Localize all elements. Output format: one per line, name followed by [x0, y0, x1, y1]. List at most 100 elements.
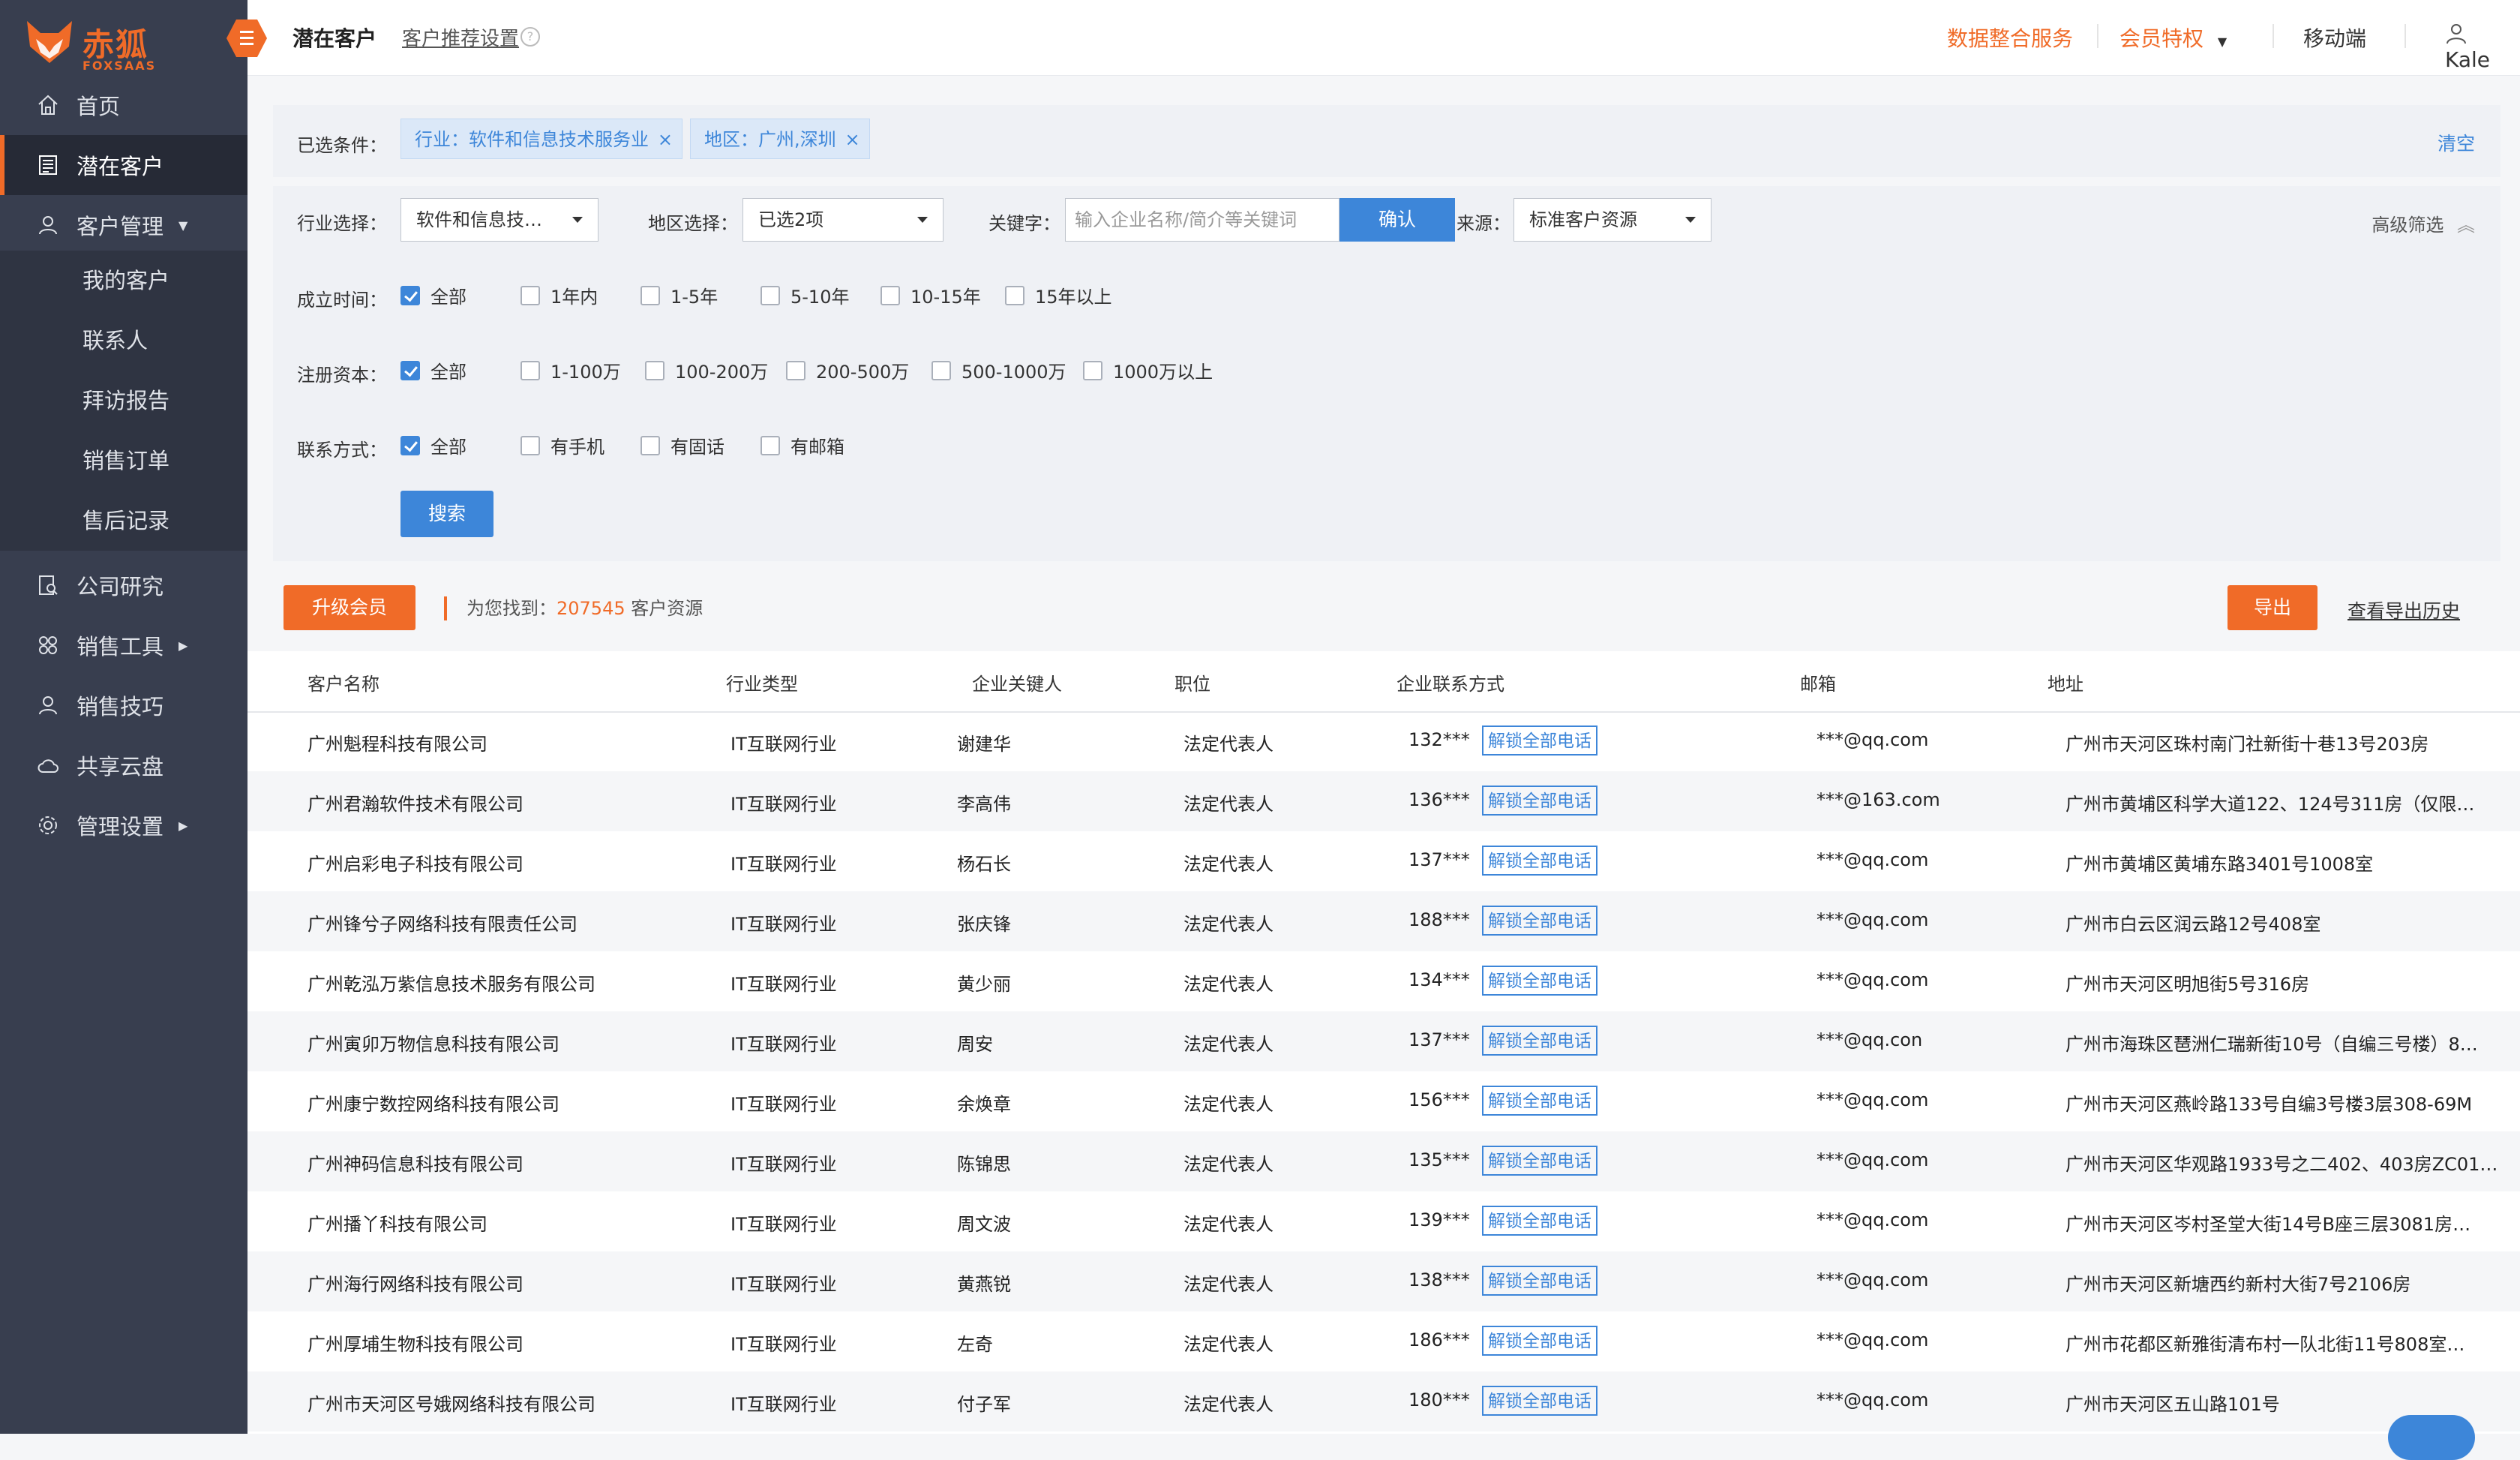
table-row[interactable]: 广州康宁数控网络科技有限公司 IT互联网行业 余焕章 法定代表人 156*** ***@q…	[248, 1071, 2520, 1131]
cell-phone: 139***	[1408, 1209, 1470, 1230]
industry-select[interactable]: 软件和信息技…	[400, 198, 598, 242]
checkbox-icon	[520, 360, 540, 380]
table-row[interactable]: 广州厚埔生物科技有限公司 IT互联网行业 左奇 法定代表人 186*** ***@qq.c…	[248, 1311, 2520, 1371]
contact-option-mobile[interactable]: 有手机	[520, 432, 604, 458]
sidebar-item-leads[interactable]: 潜在客户	[0, 135, 248, 195]
sidebar-item-customer-management[interactable]: 客户管理 ▼	[0, 195, 248, 255]
col-key-person: 企业关键人	[972, 674, 1062, 695]
sidebar-item-label: 管理设置	[76, 814, 164, 840]
cell-name: 广州厚埔生物科技有限公司	[308, 1334, 524, 1355]
condition-tag-region: 地区：广州,深圳 ×	[690, 119, 870, 159]
region-select[interactable]: 已选2项	[742, 198, 944, 242]
skill-icon	[33, 690, 63, 720]
table-row[interactable]: 广州锋兮子网络科技有限责任公司 IT互联网行业 张庆锋 法定代表人 188*** ***@…	[248, 891, 2520, 951]
vip-menu[interactable]: 会员特权 ▼	[2120, 23, 2227, 53]
unlock-phone-button[interactable]: 解锁全部电话	[1482, 786, 1598, 816]
submenu-item-sales-orders[interactable]: 销售订单	[82, 431, 170, 491]
table-row[interactable]: 广州乾泓万紫信息技术服务有限公司 IT互联网行业 黄少丽 法定代表人 134*** ***…	[248, 951, 2520, 1011]
unlock-phone-button[interactable]: 解锁全部电话	[1482, 1266, 1598, 1296]
col-name: 客户名称	[308, 674, 380, 695]
founded-option-1y[interactable]: 1年内	[520, 282, 598, 308]
sidebar-item-home[interactable]: 首页	[0, 75, 248, 135]
sidebar-item-settings[interactable]: 管理设置 ▶	[0, 795, 248, 855]
cell-industry: IT互联网行业	[730, 854, 837, 875]
sidebar-item-company-research[interactable]: 公司研究	[0, 555, 248, 615]
cell-position: 法定代表人	[1184, 1034, 1274, 1055]
checkbox-icon	[760, 435, 780, 455]
capital-option-1-100[interactable]: 1-100万	[520, 357, 621, 383]
result-suffix: 客户资源	[631, 598, 704, 619]
mobile-link[interactable]: 移动端	[2277, 23, 2392, 53]
founded-option-10-15y[interactable]: 10-15年	[880, 282, 981, 308]
recommend-settings-link[interactable]: 客户推荐设置	[402, 23, 519, 51]
filter-panel: 行业选择： 软件和信息技… 地区选择： 已选2项 关键字： 输入企业名称/简介等…	[273, 186, 2500, 561]
upgrade-member-button[interactable]: 升级会员	[284, 585, 416, 630]
unlock-phone-button[interactable]: 解锁全部电话	[1482, 1146, 1598, 1176]
menu-toggle-icon[interactable]	[225, 18, 268, 59]
cell-industry: IT互联网行业	[730, 734, 837, 755]
capital-option-1000-plus[interactable]: 1000万以上	[1083, 357, 1213, 383]
cell-key-person: 杨石长	[957, 854, 1011, 875]
sidebar-item-cloud-drive[interactable]: 共享云盘	[0, 735, 248, 795]
table-row[interactable]: 广州寅卯万物信息科技有限公司 IT互联网行业 周安 法定代表人 137*** ***@qq…	[248, 1011, 2520, 1071]
unlock-phone-button[interactable]: 解锁全部电话	[1482, 966, 1598, 996]
col-position: 职位	[1174, 674, 1210, 695]
unlock-phone-button[interactable]: 解锁全部电话	[1482, 846, 1598, 876]
table-row[interactable]: 广州魁程科技有限公司 IT互联网行业 谢建华 法定代表人 132*** ***@qq.co…	[248, 711, 2520, 771]
cell-position: 法定代表人	[1184, 734, 1274, 755]
search-button[interactable]: 搜索	[400, 491, 494, 537]
submenu-item-after-sales[interactable]: 售后记录	[82, 491, 170, 551]
table-row[interactable]: 广州市天河区号娥网络科技有限公司 IT互联网行业 付子军 法定代表人 180*** ***…	[248, 1371, 2520, 1431]
advanced-filter-toggle[interactable]: 高级筛选 ︽	[2372, 210, 2475, 236]
export-button[interactable]: 导出	[2228, 585, 2318, 630]
unlock-phone-button[interactable]: 解锁全部电话	[1482, 1326, 1598, 1356]
close-icon[interactable]: ×	[845, 119, 860, 160]
unlock-phone-button[interactable]: 解锁全部电话	[1482, 1386, 1598, 1416]
cell-key-person: 黄少丽	[957, 974, 1011, 995]
caret-right-icon: ▶	[178, 818, 188, 833]
founded-option-15y-plus[interactable]: 15年以上	[1005, 282, 1112, 308]
founded-option-all[interactable]: 全部	[400, 282, 466, 308]
unlock-phone-button[interactable]: 解锁全部电话	[1482, 725, 1598, 756]
table-row[interactable]: 广州海行网络科技有限公司 IT互联网行业 黄燕锐 法定代表人 138*** ***@qq.…	[248, 1251, 2520, 1311]
founded-option-5-10y[interactable]: 5-10年	[760, 282, 849, 308]
sidebar-item-sales-skills[interactable]: 销售技巧	[0, 675, 248, 735]
unlock-phone-button[interactable]: 解锁全部电话	[1482, 1086, 1598, 1116]
clear-conditions-link[interactable]: 清空	[2438, 129, 2475, 156]
table-row[interactable]: 广州君瀚软件技术有限公司 IT互联网行业 李高伟 法定代表人 136*** ***@163…	[248, 771, 2520, 831]
data-service-link[interactable]: 数据整合服务	[1947, 23, 2073, 53]
close-icon[interactable]: ×	[658, 119, 673, 160]
capital-option-all[interactable]: 全部	[400, 357, 466, 383]
user-menu[interactable]: Kale	[2445, 23, 2520, 72]
export-history-link[interactable]: 查看导出历史	[2348, 596, 2460, 623]
submenu-item-visit-reports[interactable]: 拜访报告	[82, 371, 170, 431]
chat-bubble-button[interactable]	[2388, 1415, 2475, 1460]
table-row[interactable]: 广州启彩电子科技有限公司 IT互联网行业 杨石长 法定代表人 137*** ***@qq.…	[248, 831, 2520, 891]
unlock-phone-button[interactable]: 解锁全部电话	[1482, 1206, 1598, 1236]
unlock-phone-button[interactable]: 解锁全部电话	[1482, 1026, 1598, 1056]
capital-option-200-500[interactable]: 200-500万	[786, 357, 909, 383]
contact-option-email[interactable]: 有邮箱	[760, 432, 844, 458]
help-icon[interactable]: ?	[520, 27, 540, 47]
contact-option-all[interactable]: 全部	[400, 432, 466, 458]
founded-option-1-5y[interactable]: 1-5年	[640, 282, 718, 308]
cell-position: 法定代表人	[1184, 1154, 1274, 1175]
sidebar-item-sales-tools[interactable]: 销售工具 ▶	[0, 615, 248, 675]
capital-option-100-200[interactable]: 100-200万	[645, 357, 768, 383]
keyword-confirm-button[interactable]: 确认	[1340, 198, 1455, 242]
sidebar: 赤狐 FOXSAAS 首页 潜在客户 客户管理 ▼ 我的客户 联系人 拜访报告 …	[0, 0, 267, 1434]
table-row[interactable]: 广州神码信息科技有限公司 IT互联网行业 陈锦思 法定代表人 135*** ***@qq.…	[248, 1131, 2520, 1191]
keyword-input[interactable]: 输入企业名称/简介等关键词	[1065, 198, 1340, 242]
table-row[interactable]: 广州播丫科技有限公司 IT互联网行业 周文波 法定代表人 139*** ***@qq.co…	[248, 1191, 2520, 1251]
sidebar-item-label: 客户管理	[76, 214, 164, 239]
contact-option-landline[interactable]: 有固话	[640, 432, 724, 458]
submenu-item-my-customers[interactable]: 我的客户	[82, 251, 170, 311]
submenu-item-contacts[interactable]: 联系人	[82, 311, 148, 371]
cell-phone: 137***	[1408, 849, 1470, 870]
cell-address: 广州市黄埔区科学大道122、124号311房（仅限…	[2066, 794, 2475, 815]
source-select[interactable]: 标准客户资源	[1514, 198, 1712, 242]
unlock-phone-button[interactable]: 解锁全部电话	[1482, 906, 1598, 936]
logo[interactable]: 赤狐 FOXSAAS	[26, 17, 154, 73]
cell-position: 法定代表人	[1184, 1334, 1274, 1355]
capital-option-500-1000[interactable]: 500-1000万	[932, 357, 1066, 383]
